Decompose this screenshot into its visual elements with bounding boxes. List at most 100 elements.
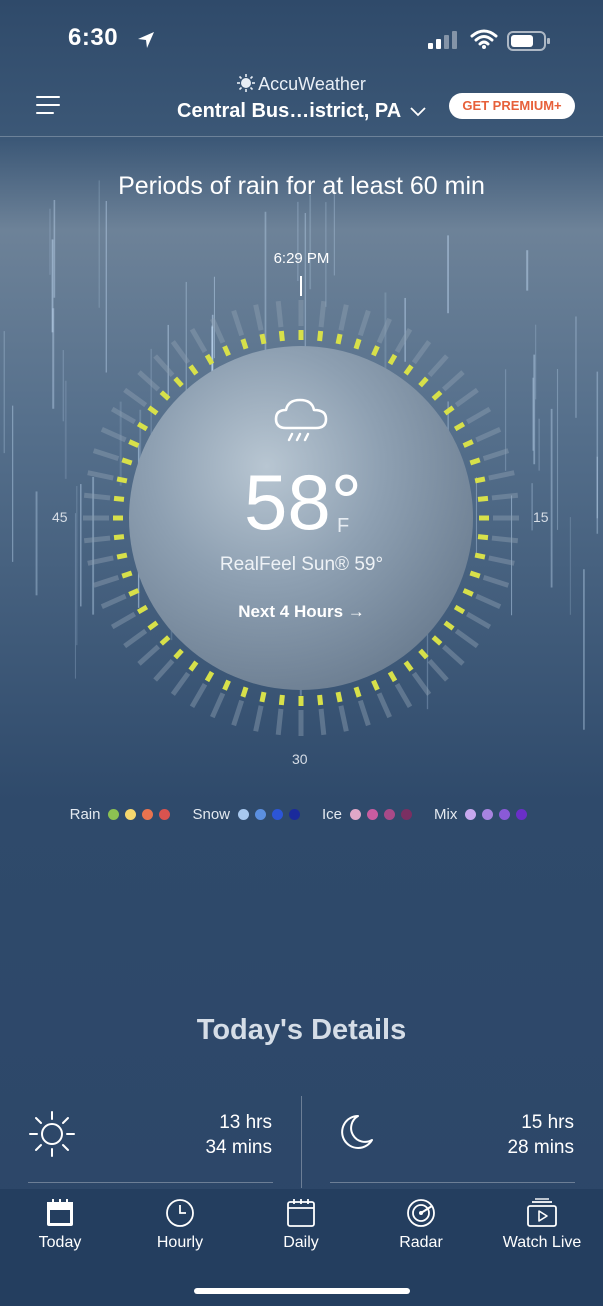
dial-tick-rain [159,635,171,646]
sun-icon [29,1111,75,1157]
realfeel-temperature: RealFeel Sun® 59° [219,554,384,575]
legend-dot [238,809,250,820]
video-icon [527,1198,557,1227]
dial-tick [210,692,226,719]
dial-tick-rain [443,405,455,416]
legend-dot [255,809,267,820]
legend-dot [272,809,284,820]
tab-label: Watch Live [502,1234,582,1251]
next-4-hours-link[interactable]: Next 4 Hours → [0,602,603,622]
dial-tick [442,644,465,666]
tab-radar[interactable]: Radar [361,1198,481,1252]
legend-dot [516,809,528,820]
dial-tick-rain [188,364,199,376]
legend-snow: Snow [192,806,306,823]
get-premium-button[interactable]: GET PREMIUM+ [449,93,575,119]
dial-tick [376,317,392,344]
dial-tick [123,387,148,408]
dial-tick-rain [403,364,414,376]
clock-icon [166,1199,194,1227]
calendar-icon [287,1199,315,1227]
dial-tick-rain [477,495,489,502]
legend-label: Ice [322,806,343,823]
brand-logo: AccuWeather [0,74,603,95]
dial-tick [394,683,413,709]
moon-icon [341,1115,373,1149]
dial-tick-rain [116,476,128,484]
tab-label: Hourly [156,1234,204,1251]
dial-tick [231,309,245,337]
legend-mix: Mix [434,806,533,823]
dial-tick-rain [159,390,171,401]
dial-tick-rain [418,648,429,660]
tab-daily[interactable]: Daily [241,1198,361,1252]
legend-dot [482,809,494,820]
dial-tick [92,574,120,588]
dial-tick [110,406,136,425]
dial-tick-rain [128,588,140,597]
dial-tick-rain [335,333,343,345]
current-time-label: 6:29 PM [273,250,330,267]
dial-tick-rain [317,330,324,342]
dial-tick-rain [469,457,481,466]
signal-icon [428,31,457,49]
dial-tick-rain [278,330,285,342]
dial-label-30: 30 [292,751,308,767]
dial-tick [411,340,432,365]
cloud-rain-icon [274,398,328,442]
dial-tick [357,309,371,337]
dial-tick [253,304,264,331]
dial-tick-rain [431,635,443,646]
dial-tick [153,659,175,682]
tab-hourly[interactable]: Hourly [120,1198,240,1252]
dial-tick [454,387,479,408]
legend-label: Rain [69,806,101,823]
todays-details-title: Today's Details [196,1014,407,1046]
legend-label: Mix [434,806,458,823]
tab-label: Today [38,1234,82,1251]
dial-tick [189,683,208,709]
dial-tick-rain [204,353,215,366]
dial-tick [376,692,392,719]
dial-tick-rain [477,534,489,541]
dial-tick [475,427,502,443]
legend-dot [367,809,379,820]
dial-tick-rain [474,476,486,484]
dial-tick-rain [173,376,184,388]
dial-tick [318,708,327,736]
dial-tick [491,535,519,544]
dial-tick [338,705,349,732]
legend-dot [401,809,413,820]
tab-watch-live[interactable]: Watch Live [482,1198,602,1252]
dial-tick-rain [240,686,249,698]
legend-dot [142,809,154,820]
dial-tick-rain [317,694,324,706]
minutecast-headline: Periods of rain for at least 60 min [118,172,485,200]
legend-dot [465,809,477,820]
dial-tick [466,406,492,425]
calendar-today-icon [47,1199,73,1226]
dial-tick [394,327,413,353]
dial-tick [123,628,148,649]
dial-tick-rain [453,421,466,432]
dial-tick-rain [147,405,159,416]
dial-tick-rain [113,534,125,541]
dial-tick-rain [418,376,429,388]
location-name: Central Bus…istrict, PA [177,100,401,122]
dial-tick [153,354,175,377]
accuweather-logo-icon [237,74,256,92]
tab-label: Daily [283,1234,319,1251]
dial-tick [357,699,371,727]
dial-tick [427,659,449,682]
dial-tick-rain [431,390,443,401]
dial-tick [231,699,245,727]
dial-tick-rain [353,338,362,350]
details-underline [28,1182,273,1183]
dial-tick-rain [240,338,249,350]
chevron-down-icon [410,107,426,117]
dial-tick-rain [121,457,133,466]
tab-today[interactable]: Today [0,1198,120,1252]
home-indicator [194,1288,410,1294]
legend-dot [289,809,301,820]
legend-ice: Ice [322,806,418,823]
